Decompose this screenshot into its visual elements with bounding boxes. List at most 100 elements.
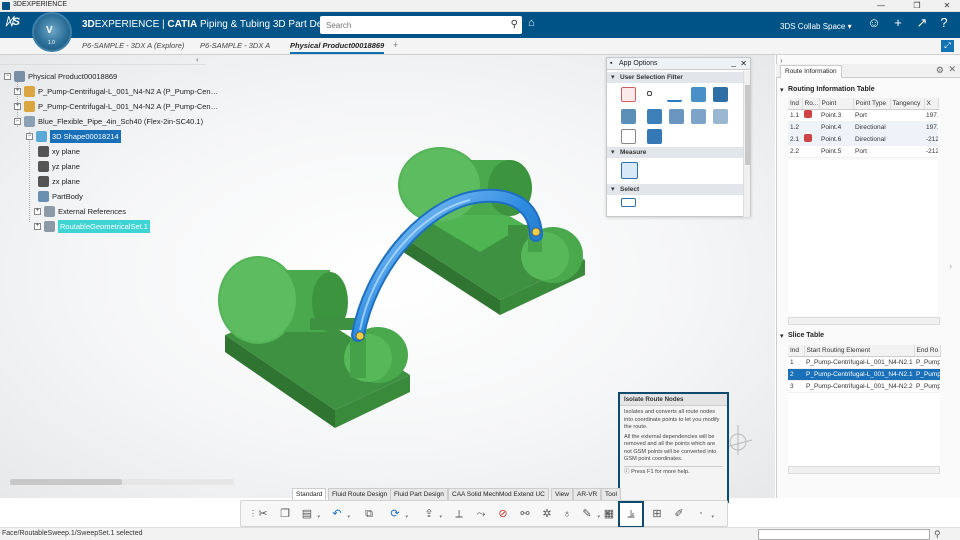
- table-row[interactable]: 3 P_Pump-Centrifugal-L_001_N4-N2.2 P_Pump: [788, 380, 940, 393]
- table-row[interactable]: 1.1 Point.3 Port 197.: [788, 109, 938, 122]
- col-end[interactable]: End Ro: [914, 345, 941, 357]
- abtab-caa-solid[interactable]: CAA Solid MechMod Extend UC: [448, 488, 549, 500]
- col-point[interactable]: Point: [819, 98, 854, 110]
- feature-filter-icon[interactable]: [713, 109, 728, 124]
- route-table-icon[interactable]: ▦: [601, 506, 617, 522]
- point-filter-icon[interactable]: [647, 91, 652, 96]
- undo-icon[interactable]: ↶ ▾: [329, 506, 350, 522]
- edit-route-icon[interactable]: ✐: [671, 506, 687, 522]
- more-icon[interactable]: ▫ ▾: [693, 506, 714, 522]
- abtab-fluid-route-design[interactable]: Fluid Route Design: [328, 488, 392, 500]
- route-node-1[interactable]: [355, 331, 365, 341]
- route-node-2[interactable]: [531, 227, 541, 237]
- abtab-fluid-part-design[interactable]: Fluid Part Design: [390, 488, 448, 500]
- collapse-icon[interactable]: −: [26, 133, 33, 140]
- expand-icon[interactable]: +: [34, 208, 41, 215]
- table-row[interactable]: 2.2 Point.5 Port -212: [788, 145, 938, 158]
- volume-filter-icon[interactable]: [713, 87, 728, 102]
- expand-icon[interactable]: ⤢: [941, 40, 954, 52]
- tab-sample[interactable]: P6-SAMPLE - 3DX A: [200, 41, 270, 50]
- abtab-view[interactable]: View: [551, 488, 573, 500]
- settings-icon[interactable]: ⚙: [936, 65, 944, 76]
- section-select[interactable]: Select: [607, 184, 750, 195]
- minimize-panel-icon[interactable]: _: [732, 57, 736, 69]
- col-start[interactable]: Start Routing Element: [804, 345, 915, 357]
- collab-space-selector[interactable]: 3DS Collab Space ▾: [780, 22, 852, 31]
- table-row[interactable]: 2.1 Point.6 Directional -212: [788, 133, 938, 146]
- compass-icon[interactable]: V 1.0: [32, 12, 72, 52]
- maximize-button[interactable]: ❐: [906, 0, 928, 12]
- close-button[interactable]: ✕: [936, 0, 958, 12]
- command-input[interactable]: [758, 529, 930, 540]
- abtab-tools[interactable]: Tool: [601, 488, 621, 500]
- export-icon[interactable]: ⇪ ▾: [421, 506, 442, 522]
- collapse-icon[interactable]: −: [14, 118, 21, 125]
- table-row[interactable]: 1.2 Point.4 Directional 197.: [788, 121, 938, 134]
- col-tangency[interactable]: Tangency: [890, 98, 925, 110]
- pump-back[interactable]: [398, 147, 585, 315]
- route-report-icon[interactable]: ⊞: [649, 506, 665, 522]
- paste-icon[interactable]: ▤ ▾: [299, 506, 320, 522]
- search-input[interactable]: [320, 16, 500, 34]
- col-point-type[interactable]: Point Type: [853, 98, 891, 110]
- close-tab-icon[interactable]: ✕: [948, 64, 956, 75]
- viewport-scrollbar-track[interactable]: [122, 479, 234, 485]
- viewport-scrollbar[interactable]: [10, 479, 122, 485]
- slice-table-hscroll[interactable]: [788, 466, 940, 474]
- close-panel-icon[interactable]: ✕: [740, 58, 747, 70]
- tab-explore[interactable]: P6-SAMPLE - 3DX A (Explore): [82, 41, 184, 50]
- add-icon[interactable]: +: [890, 15, 906, 30]
- tab-route-information[interactable]: Route Information: [780, 65, 842, 78]
- section-user-selection-filter[interactable]: User Selection Filter: [607, 72, 750, 83]
- delete-route-icon[interactable]: ⊘: [495, 506, 511, 522]
- update-icon[interactable]: ⟳ ▾: [387, 506, 408, 522]
- isolate-route-nodes-button[interactable]: ⫡: [618, 501, 644, 528]
- table-row-selected[interactable]: 2 P_Pump-Centrifugal-L_001_N4-N2.1 P_Pump: [788, 368, 940, 381]
- branch-icon[interactable]: ⤳: [473, 506, 489, 522]
- light-icon[interactable]: ♁: [559, 506, 575, 522]
- tab-physical-product[interactable]: Physical Product00018869: [290, 41, 385, 54]
- curve-filter-icon[interactable]: [667, 87, 682, 102]
- command-search-icon[interactable]: ⚲: [934, 529, 941, 540]
- routing-info-title[interactable]: Routing Information Table: [780, 86, 875, 94]
- slice-table-title[interactable]: Slice Table: [780, 332, 824, 340]
- col-ind[interactable]: Ind: [788, 98, 803, 110]
- panel-expand-icon[interactable]: ›: [949, 261, 952, 271]
- measure-icon[interactable]: [621, 162, 638, 179]
- col-ro[interactable]: Ro...: [802, 98, 820, 110]
- search-box[interactable]: ⚲: [320, 16, 522, 34]
- col-ind[interactable]: Ind: [788, 345, 805, 357]
- abtab-standard[interactable]: Standard: [292, 488, 327, 500]
- user-icon[interactable]: ☺: [866, 15, 882, 30]
- minimize-button[interactable]: —: [870, 0, 892, 12]
- select-mode-icon[interactable]: [621, 198, 636, 207]
- table-row[interactable]: 1 P_Pump-Centrifugal-L_001_N4-N2.1 P_Pump: [788, 356, 940, 369]
- tag-icon[interactable]: ⌂: [528, 17, 535, 29]
- filter-clear-icon[interactable]: [621, 87, 636, 102]
- ds-logo-icon[interactable]: ᛞS: [6, 16, 26, 34]
- panel-scrollbar[interactable]: [743, 71, 750, 217]
- surface-filter-icon[interactable]: [691, 87, 706, 102]
- collapse-icon[interactable]: −: [4, 73, 11, 80]
- pointer-filter-icon[interactable]: [647, 129, 662, 144]
- body-filter-icon[interactable]: [691, 109, 706, 124]
- help-icon[interactable]: ?: [936, 15, 952, 30]
- sketch-filter-icon[interactable]: [621, 109, 636, 124]
- add-tab-button[interactable]: +: [393, 40, 398, 50]
- section-measure[interactable]: Measure: [607, 147, 750, 158]
- search-icon[interactable]: ⚲: [511, 19, 518, 30]
- col-x[interactable]: X: [924, 98, 939, 110]
- expand-icon[interactable]: +: [14, 88, 21, 95]
- markup-icon[interactable]: ✎ ▾: [579, 506, 600, 522]
- connect-icon[interactable]: ⚯: [517, 506, 533, 522]
- expand-icon[interactable]: +: [14, 103, 21, 110]
- cut-icon[interactable]: ✂: [255, 506, 271, 522]
- expand-icon[interactable]: +: [34, 223, 41, 230]
- routing-table-hscroll[interactable]: [788, 317, 940, 325]
- share-icon[interactable]: ↗: [914, 15, 930, 31]
- face-filter-icon[interactable]: [647, 109, 662, 124]
- copy-icon[interactable]: ❐: [277, 506, 293, 522]
- edge-filter-icon[interactable]: [669, 109, 684, 124]
- route-tool-icon[interactable]: ⟂: [451, 506, 467, 522]
- inspect-icon[interactable]: ⧉: [361, 506, 377, 522]
